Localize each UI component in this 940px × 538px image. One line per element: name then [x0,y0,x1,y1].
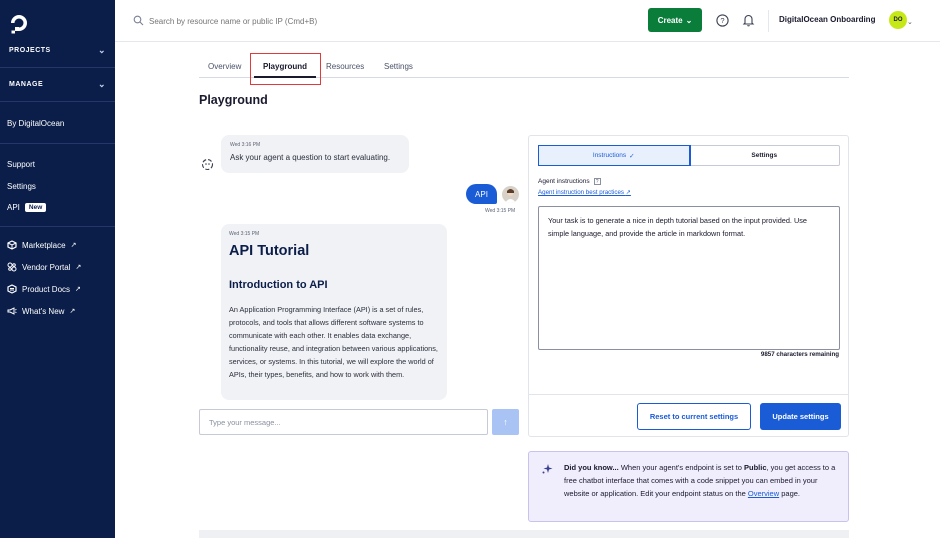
external-link-icon: ↗ [69,308,76,315]
external-link-icon: ↗ [75,264,82,271]
sidebar-item-vendor-portal[interactable]: Vendor Portal ↗ [7,262,81,272]
sparkle-icon [542,464,553,474]
info-text-part: When your agent's endpoint is set to [618,463,744,472]
help-icon[interactable]: ? [716,14,729,27]
tab-overview[interactable]: Overview [208,62,241,71]
instructions-textarea[interactable]: Your task is to generate a nice in depth… [538,206,840,350]
sidebar-item-support[interactable]: Support [7,160,35,169]
arrow-up-icon: ↑ [503,417,508,427]
info-icon[interactable]: ? [593,178,601,185]
top-bar: Create ⌄ ? DigitalOcean Onboarding DO ⌄ [115,0,940,42]
tab-panel-settings[interactable]: Settings [690,146,840,165]
message-time: Wed 3:15 PM [229,231,260,237]
avatar[interactable]: DO [889,11,907,29]
user-avatar [502,186,519,203]
sidebar-item-product-docs[interactable]: Product Docs ↗ [7,284,81,294]
message-text: Ask your agent a question to start evalu… [230,153,391,162]
agent-settings-panel: Instructions ✓ Settings Agent instructio… [528,135,849,437]
segmented-control: Instructions ✓ Settings [538,145,840,166]
sidebar-divider [0,226,115,227]
sidebar-item-label: API [7,203,20,212]
sidebar-item-label: Support [7,160,36,169]
best-practices-link[interactable]: Agent instruction best practices ↗ [538,189,631,196]
tab-label: Settings [751,152,778,159]
divider [529,394,848,395]
search-input[interactable] [149,12,449,30]
new-badge: New [24,203,47,212]
sidebar-item-label: What's New [22,306,65,316]
message-input[interactable] [199,409,488,435]
tab-instructions[interactable]: Instructions ✓ [538,145,691,166]
sidebar-item-label: Vendor Portal [22,262,71,272]
response-paragraph: An Application Programming Interface (AP… [229,305,438,379]
sidebar-item-by-digitalocean[interactable]: By DigitalOcean [7,119,64,128]
field-label: Agent instructions [538,178,590,185]
tab-resources[interactable]: Resources [326,62,364,71]
sidebar-item-whats-new[interactable]: What's New ↗ [7,306,75,316]
info-lead: Did you know... [564,463,619,472]
sidebar: PROJECTS ⌄ MANAGE ⌄ By DigitalOcean Supp… [0,0,115,538]
tab-settings[interactable]: Settings [384,62,413,71]
page-title: Playground [199,93,268,107]
send-button[interactable]: ↑ [492,409,519,435]
info-text-part: page. [779,489,800,498]
external-link-icon: ↗ [625,189,631,196]
create-button[interactable]: Create ⌄ [648,8,702,32]
sidebar-item-label: Settings [7,182,36,191]
sidebar-section-label: MANAGE [9,81,44,88]
sidebar-section-projects[interactable]: PROJECTS ⌄ [0,34,115,68]
external-link-icon: ↗ [75,286,81,293]
sidebar-item-api[interactable]: API New [7,203,47,212]
agent-instructions-label: Agent instructions ? [538,178,601,185]
sidebar-item-label: Product Docs [22,284,71,294]
chevron-down-icon: ⌄ [685,15,693,25]
chevron-down-icon: ⌄ [97,79,106,89]
check-icon: ✓ [629,152,635,160]
megaphone-icon [7,307,17,315]
sidebar-item-settings[interactable]: Settings [7,182,36,191]
sidebar-item-marketplace[interactable]: Marketplace ↗ [7,240,76,250]
tab-label: Instructions [592,152,627,159]
bell-icon[interactable] [742,13,755,27]
highlight-box [250,53,321,85]
bottom-section [199,530,849,538]
message-time: Wed 3:16 PM [230,142,261,148]
divider [768,10,769,32]
message-time: Wed 3:15 PM [485,208,516,214]
sidebar-divider [0,143,115,144]
overview-link[interactable]: Overview [748,489,779,498]
sidebar-section-manage[interactable]: MANAGE ⌄ [0,68,115,102]
chevron-down-icon: ⌄ [97,45,106,55]
svg-text:?: ? [720,16,724,25]
update-settings-button[interactable]: Update settings [760,403,841,430]
team-name[interactable]: DigitalOcean Onboarding [779,15,875,24]
info-bold: Public [744,463,767,472]
bot-icon [201,158,214,171]
characters-remaining: 9857 characters remaining [760,351,839,358]
search-icon [133,15,144,26]
sidebar-item-label: Marketplace [22,240,66,250]
chevron-down-icon[interactable]: ⌄ [907,18,913,26]
response-subheading: Introduction to API [229,279,328,291]
user-message: API [466,184,497,204]
sidebar-section-label: PROJECTS [9,47,51,54]
bot-message: Wed 3:16 PM Ask your agent a question to… [221,135,409,173]
reset-settings-button[interactable]: Reset to current settings [637,403,751,430]
link-text: Agent instruction best practices [538,189,624,196]
external-link-icon: ↗ [70,242,77,249]
sidebar-item-label: By DigitalOcean [7,119,65,128]
agent-response: Wed 3:15 PM API Tutorial Introduction to… [221,224,447,400]
docs-icon [7,284,17,294]
create-button-label: Create [657,15,683,25]
marketplace-icon [7,240,17,250]
vendor-portal-icon [7,262,17,272]
digitalocean-logo-icon[interactable] [8,12,30,34]
info-text: Did you know... When your agent's endpoi… [564,461,840,500]
response-heading: API Tutorial [229,243,310,259]
did-you-know-box: Did you know... When your agent's endpoi… [528,451,849,522]
